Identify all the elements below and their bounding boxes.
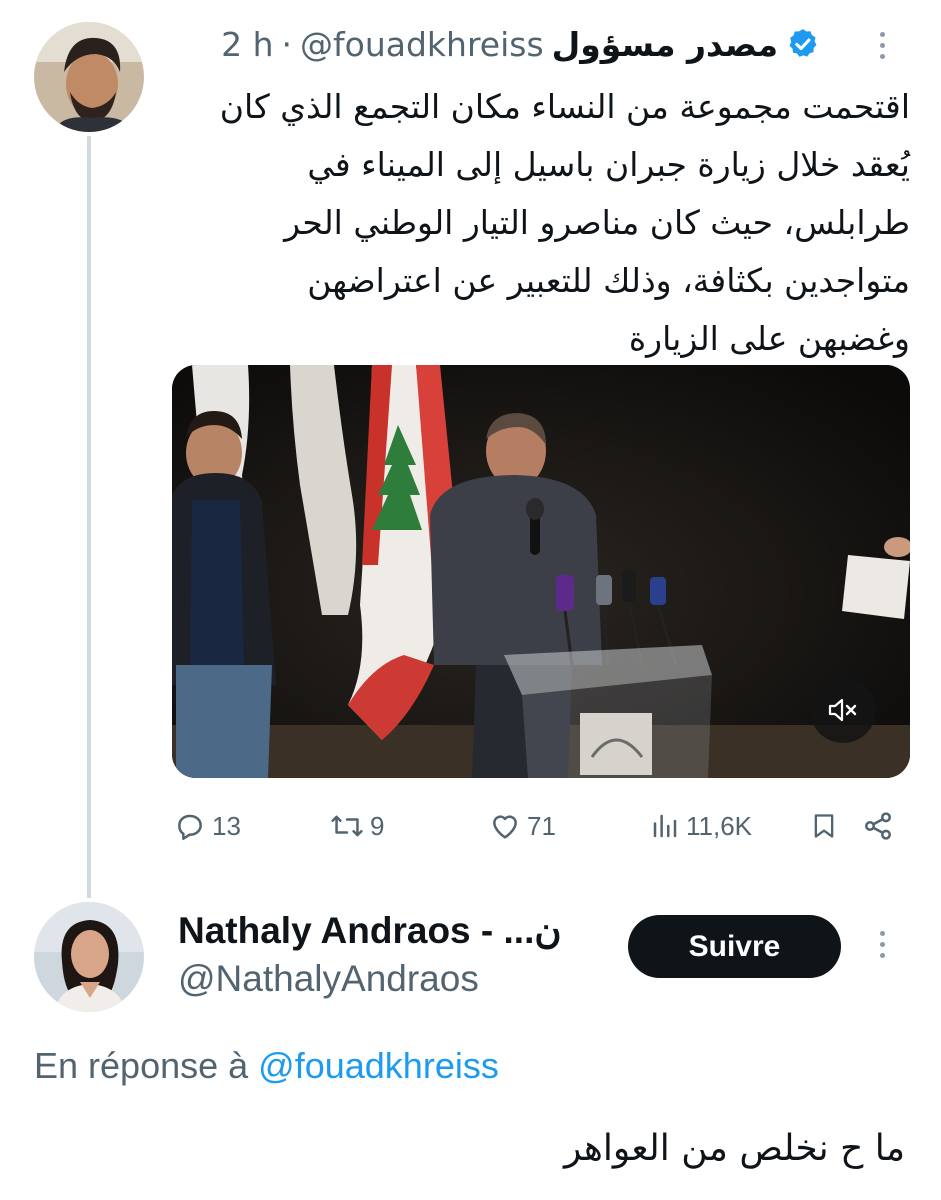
reply-text: ما ح نخلص من العواهر <box>563 1128 905 1169</box>
mute-toggle-button[interactable] <box>810 677 876 743</box>
reply-author-name[interactable]: Nathaly Andraos - ...ن <box>178 909 562 952</box>
repost-icon <box>331 815 363 837</box>
tweet-time[interactable]: 2 h <box>221 25 273 64</box>
author-avatar[interactable] <box>34 22 144 132</box>
repost-count: 9 <box>370 810 385 841</box>
reply-author-handle[interactable]: @NathalyAndraos <box>178 958 479 1000</box>
reply-author-avatar[interactable] <box>34 902 144 1012</box>
tweet-text-line: وغضبهن على الزيارة <box>628 319 910 358</box>
reply-author-name-row: Nathaly Andraos - ...ن <box>178 905 562 955</box>
tweet-header: 2 h · @fouadkhreiss مصدر مسؤول <box>180 22 820 66</box>
author-handle[interactable]: @fouadkhreiss <box>300 25 544 64</box>
tweet-text-line: طرابلس، حيث كان مناصرو التيار الوطني الح… <box>284 203 910 242</box>
bookmark-icon <box>814 814 834 838</box>
more-vertical-icon[interactable] <box>880 931 885 958</box>
reply-action[interactable]: 13 <box>174 806 241 846</box>
in-reply-to-prefix: En réponse à <box>34 1045 249 1086</box>
tweet-text-line: يُعقد خلال زيارة جبران باسيل إلى الميناء… <box>307 145 910 184</box>
repost-action[interactable]: 9 <box>330 806 384 846</box>
volume-muted-icon <box>828 698 857 722</box>
reply-count: 13 <box>212 810 241 841</box>
tweet-text: اقتحمت مجموعة من النساء مكان التجمع الذي… <box>180 78 910 368</box>
tweet-text-line: متواجدين بكثافة، وذلك للتعبير عن اعتراضه… <box>307 261 910 300</box>
share-icon <box>865 812 891 840</box>
follow-button[interactable]: Suivre <box>628 915 841 978</box>
views-action[interactable]: 11,6K <box>650 806 752 846</box>
like-count: 71 <box>527 810 556 841</box>
heart-icon <box>493 815 517 839</box>
more-vertical-icon[interactable] <box>880 32 885 59</box>
in-reply-to-handle-link[interactable]: @fouadkhreiss <box>258 1045 499 1086</box>
thread-connector-line <box>87 136 91 898</box>
bookmark-action[interactable] <box>810 806 838 846</box>
header-separator: · <box>281 24 293 64</box>
views-count: 11,6K <box>686 810 753 841</box>
tweet-video[interactable] <box>172 365 910 778</box>
like-action[interactable]: 71 <box>489 806 556 846</box>
reply-icon <box>178 814 202 840</box>
in-reply-to: En réponse à @fouadkhreiss <box>34 1045 499 1087</box>
views-icon <box>653 814 677 838</box>
share-action[interactable] <box>862 806 894 846</box>
author-name[interactable]: مصدر مسؤول <box>552 25 778 64</box>
tweet-text-line: اقتحمت مجموعة من النساء مكان التجمع الذي… <box>219 87 910 126</box>
video-frame <box>172 365 910 778</box>
verified-badge-icon <box>789 29 817 57</box>
